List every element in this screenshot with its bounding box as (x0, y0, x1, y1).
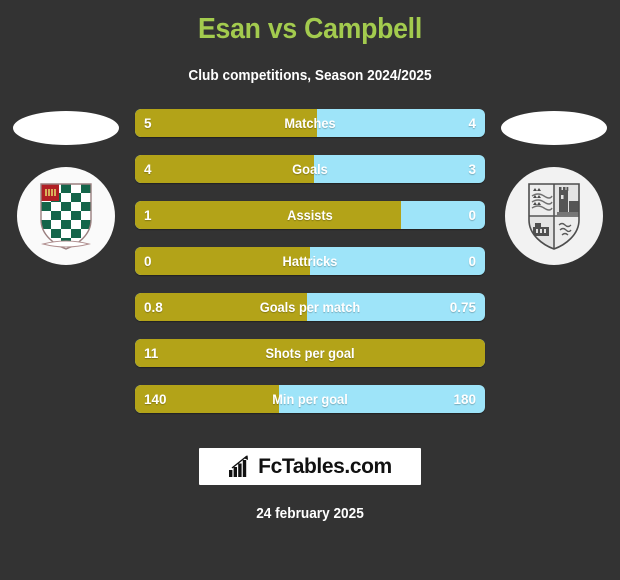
page-header: Esan vs Campbell Club competitions, Seas… (0, 0, 620, 85)
right-player-photo (501, 111, 607, 145)
right-player-panel (494, 109, 614, 409)
left-value: 1 (144, 207, 152, 223)
left-value: 4 (144, 161, 152, 177)
stat-label: Hattricks (282, 253, 338, 269)
club-crest-green-checkerboard-icon (40, 183, 92, 250)
club-crest-grayscale-quartered-icon (528, 183, 580, 250)
stat-label: Assists (287, 207, 333, 223)
stat-label: Shots per goal (265, 345, 355, 361)
right-value: 0 (468, 253, 476, 269)
table-row[interactable]: Min per goal 140 180 (135, 385, 485, 413)
right-value: 4 (468, 115, 476, 131)
stats-bar-list: Matches 5 4 Goals 4 3 Assists 1 0 Hattri… (135, 109, 485, 431)
stat-label: Goals per match (259, 299, 361, 315)
right-value: 3 (468, 161, 476, 177)
comparison-area: Matches 5 4 Goals 4 3 Assists 1 0 Hattri… (0, 109, 620, 429)
date-label: 24 february 2025 (256, 506, 364, 522)
fctables-logo[interactable]: FcTables.com (199, 448, 421, 485)
stat-label: Goals (292, 161, 328, 177)
stat-label: Min per goal (272, 391, 348, 407)
table-row[interactable]: Shots per goal 11 (135, 339, 485, 367)
page-subtitle: Club competitions, Season 2024/2025 (188, 68, 432, 84)
table-row[interactable]: Goals per match 0.8 0.75 (135, 293, 485, 321)
left-player-panel (6, 109, 126, 409)
page-title: Esan vs Campbell (198, 13, 422, 45)
right-value: 0.75 (449, 299, 476, 315)
right-value: 180 (453, 391, 476, 407)
table-row[interactable]: Hattricks 0 0 (135, 247, 485, 275)
left-value: 140 (144, 391, 167, 407)
right-value: 0 (468, 207, 476, 223)
left-value: 0 (144, 253, 152, 269)
right-club-crest[interactable] (505, 167, 603, 265)
logo-text: FcTables.com (258, 454, 392, 478)
bar-chart-arrow-icon (229, 454, 249, 477)
left-value: 11 (144, 345, 159, 361)
left-club-crest[interactable] (17, 167, 115, 265)
table-row[interactable]: Assists 1 0 (135, 201, 485, 229)
left-value: 0.8 (144, 299, 163, 315)
stat-label: Matches (284, 115, 336, 131)
left-value: 5 (144, 115, 152, 131)
table-row[interactable]: Matches 5 4 (135, 109, 485, 137)
table-row[interactable]: Goals 4 3 (135, 155, 485, 183)
page-footer: FcTables.com 24 february 2025 (0, 448, 620, 522)
left-player-photo (13, 111, 119, 145)
